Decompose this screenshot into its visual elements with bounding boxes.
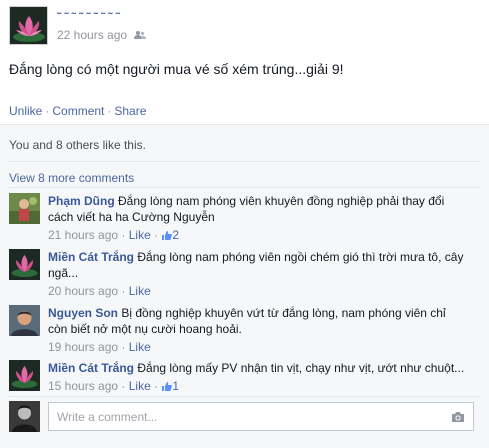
view-more-comments-link[interactable]: View 8 more comments — [9, 171, 134, 185]
comment-link[interactable]: Comment — [52, 104, 104, 118]
comment-body: Miền Cát Trắng Đắng lòng mấy PV nhận tin… — [48, 360, 468, 396]
comment-like-link[interactable]: Like — [129, 228, 151, 242]
comment-author[interactable]: Nguyen Son — [48, 306, 118, 320]
friends-icon[interactable] — [134, 29, 147, 43]
comment-body: Miền Cát Trắng Đắng lòng nam phóng viên … — [48, 249, 468, 299]
comment-meta: 19 hours ago · Like — [48, 340, 151, 354]
comment-time[interactable]: 19 hours ago — [48, 340, 118, 354]
likes-summary[interactable]: You and 8 others like this. — [9, 138, 146, 152]
action-separator: · — [107, 104, 112, 118]
comment-meta: 20 hours ago · Like — [48, 284, 151, 298]
post-actions: Unlike · Comment · Share — [9, 104, 146, 118]
author-avatar[interactable] — [9, 6, 48, 45]
divider — [9, 187, 480, 188]
post-text: Đắng lòng có một người mua vé số xém trú… — [9, 61, 344, 77]
comment-author[interactable]: Phạm Dũng — [48, 194, 115, 208]
comment-time[interactable]: 20 hours ago — [48, 284, 118, 298]
post-author-name[interactable]: ˜ ˜ ˜ ˜ ˜ ˜ ˜ ˜ ˜ — [57, 10, 120, 24]
divider — [0, 124, 489, 125]
camera-icon[interactable] — [451, 410, 465, 428]
comment-like-count[interactable]: 2 — [172, 228, 179, 242]
divider — [9, 161, 480, 162]
comment-meta: 21 hours ago · Like · 2 — [48, 227, 468, 245]
post-timestamp-row: 22 hours ago — [57, 28, 147, 43]
comment-time[interactable]: 21 hours ago — [48, 228, 118, 242]
action-separator: · — [45, 104, 50, 118]
share-link[interactable]: Share — [114, 104, 146, 118]
comment-author[interactable]: Miền Cát Trắng — [48, 250, 134, 264]
thumbs-up-icon[interactable] — [161, 380, 173, 396]
commenter-avatar[interactable] — [9, 305, 40, 336]
comment-body: Nguyen Son Bị đồng nghiệp khuyên vứt từ … — [48, 305, 468, 355]
comment-input[interactable] — [57, 410, 437, 424]
comment-like-link[interactable]: Like — [129, 379, 151, 393]
comment-author[interactable]: Miền Cát Trắng — [48, 361, 134, 375]
comment-box[interactable] — [48, 402, 474, 431]
commenter-avatar[interactable] — [9, 193, 40, 224]
comment-body: Phạm Dũng Đắng lòng nam phóng viên khuyê… — [48, 193, 468, 245]
comment-time[interactable]: 15 hours ago — [48, 379, 118, 393]
commenter-avatar[interactable] — [9, 360, 40, 391]
comment-meta: 15 hours ago · Like · 1 — [48, 378, 468, 396]
comment-like-count[interactable]: 1 — [172, 379, 179, 393]
facebook-post: ˜ ˜ ˜ ˜ ˜ ˜ ˜ ˜ ˜ 22 hours ago Đắng lòng… — [0, 0, 489, 448]
commenter-avatar[interactable] — [9, 249, 40, 280]
viewer-avatar[interactable] — [9, 401, 40, 432]
comment-like-link[interactable]: Like — [129, 284, 151, 298]
post-timestamp[interactable]: 22 hours ago — [57, 28, 127, 42]
divider — [9, 396, 480, 397]
comment-text: Đắng lòng mấy PV nhận tin vịt, chạy như … — [137, 361, 465, 375]
unlike-link[interactable]: Unlike — [9, 104, 42, 118]
comment-like-link[interactable]: Like — [129, 340, 151, 354]
thumbs-up-icon[interactable] — [161, 229, 173, 245]
